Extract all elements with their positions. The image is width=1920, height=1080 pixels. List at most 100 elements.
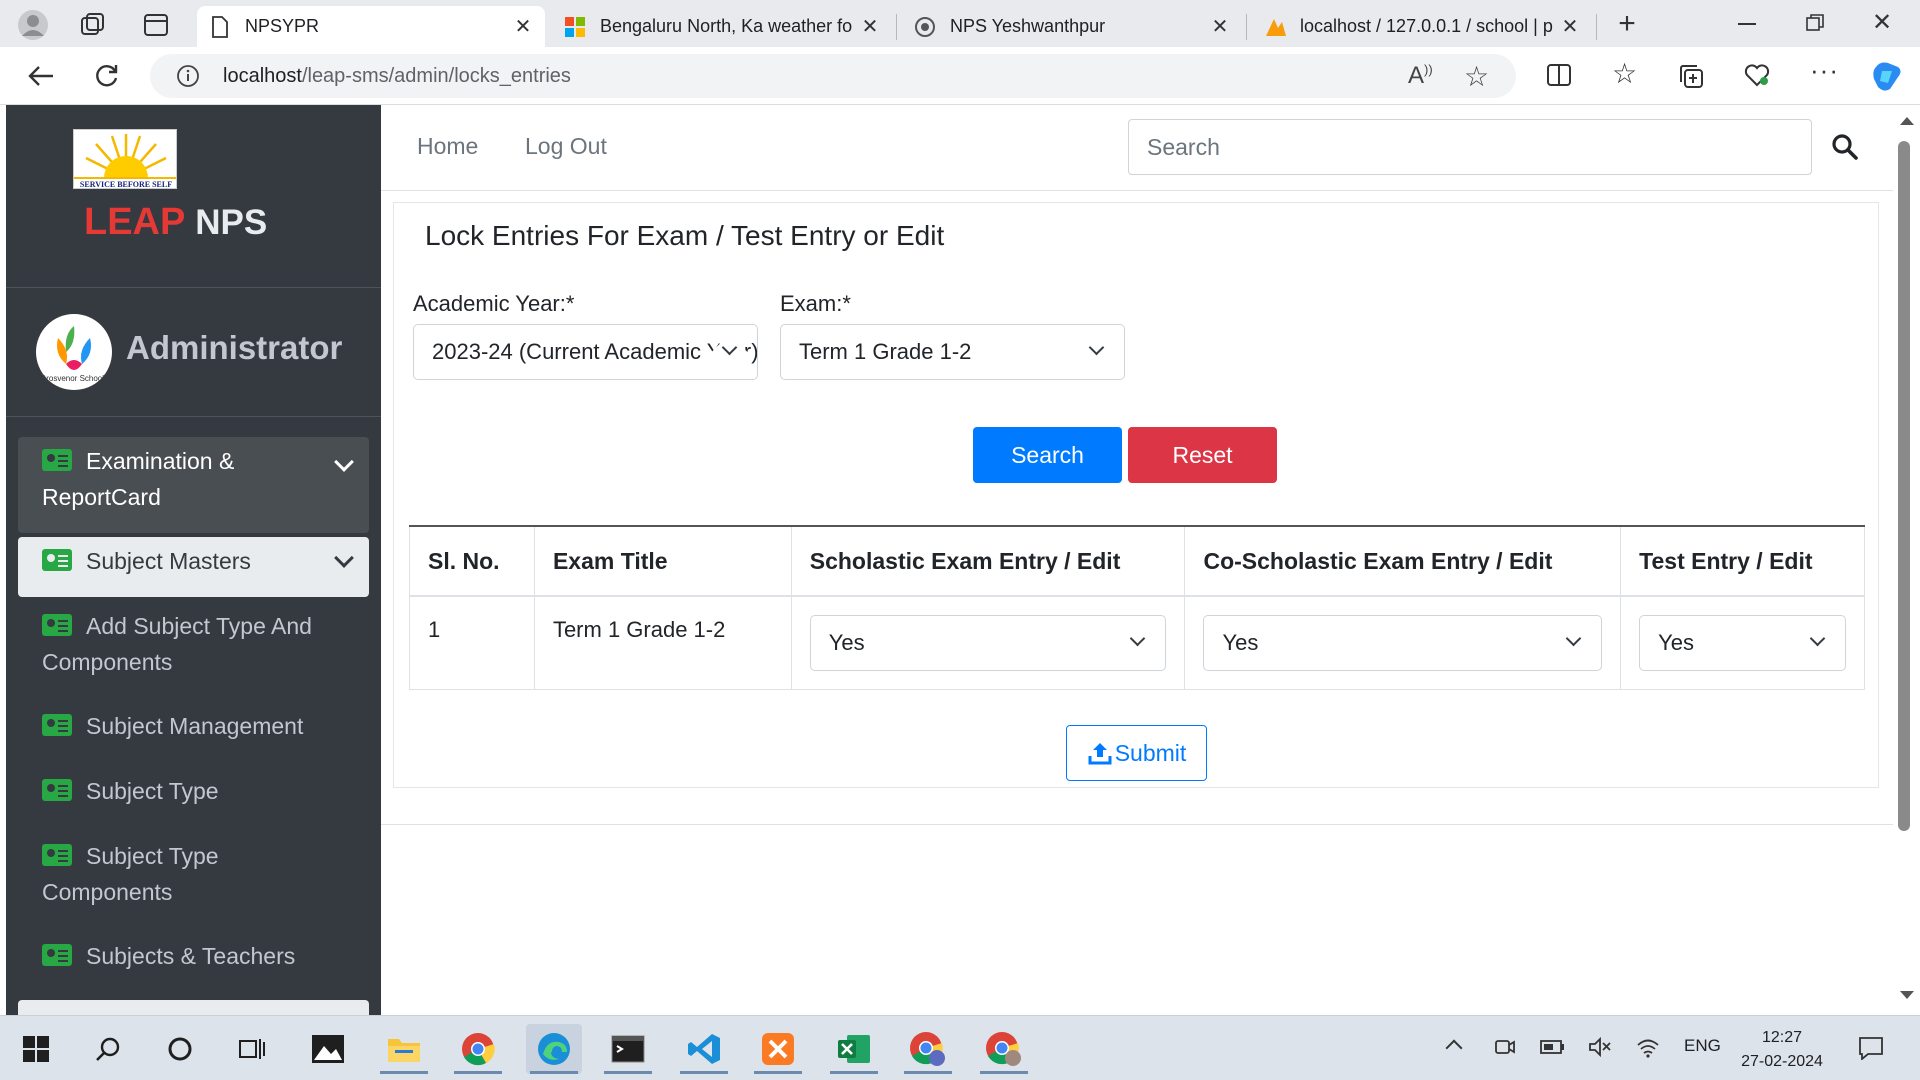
- collections-icon[interactable]: [1678, 63, 1704, 94]
- search-input[interactable]: Search: [1128, 119, 1812, 175]
- volume-muted-icon[interactable]: [1588, 1036, 1612, 1063]
- search-button[interactable]: Search: [973, 427, 1122, 483]
- vscode-icon[interactable]: [676, 1024, 732, 1074]
- page-scrollbar[interactable]: [1893, 105, 1920, 1015]
- scholastic-entry-select[interactable]: Yes: [809, 615, 1167, 671]
- cell-sl-no: 1: [409, 595, 535, 690]
- id-card-icon: [42, 944, 72, 966]
- column-header-co-scholastic: Co-Scholastic Exam Entry / Edit: [1184, 525, 1622, 597]
- top-navbar: Home Log Out Search: [381, 105, 1893, 191]
- user-name[interactable]: Administrator: [126, 329, 342, 367]
- user-panel[interactable]: Grosvenor School Administrator: [6, 289, 381, 417]
- new-tab-icon[interactable]: +: [1612, 9, 1642, 40]
- refresh-icon[interactable]: [88, 57, 126, 95]
- sidebar-item-label: Subject Masters: [86, 548, 251, 574]
- windows-taskbar: ENG 12:27 27-02-2024: [0, 1015, 1920, 1080]
- copilot-icon[interactable]: [1870, 59, 1904, 98]
- close-tab-icon[interactable]: ✕: [1210, 14, 1230, 39]
- more-options-icon[interactable]: ···: [1810, 55, 1839, 86]
- profile-icon[interactable]: [16, 8, 50, 42]
- meet-now-icon[interactable]: [1494, 1036, 1516, 1063]
- sidebar: SERVICE BEFORE SELF LEAP NPS Grosvenor S…: [6, 105, 381, 1015]
- battery-icon[interactable]: [1540, 1038, 1566, 1061]
- minimize-icon[interactable]: [1738, 23, 1756, 25]
- show-hidden-icons-icon[interactable]: [1445, 1039, 1463, 1057]
- brand-nps: NPS: [195, 203, 268, 242]
- url-bar[interactable]: localhost/leap-sms/admin/locks_entries A…: [150, 54, 1516, 98]
- id-card-icon: [42, 614, 72, 636]
- sidebar-item-subject-masters[interactable]: Subject Masters: [18, 537, 369, 597]
- url-text: localhost/leap-sms/admin/locks_entries: [223, 65, 571, 88]
- browser-essentials-icon[interactable]: [1744, 63, 1770, 92]
- avatar: Grosvenor School: [36, 314, 112, 390]
- split-screen-icon[interactable]: [1546, 63, 1572, 92]
- content-divider: [381, 824, 1893, 825]
- column-header-sl-no: Sl. No.: [409, 525, 535, 597]
- academic-year-select[interactable]: 2023-24 (Current Academic Year): [413, 324, 758, 380]
- sidebar-item-subject-type[interactable]: Subject Type: [18, 767, 369, 815]
- sidebar-item-examination-reportcard[interactable]: Examination & ReportCard: [18, 437, 369, 533]
- clock[interactable]: 12:27 27-02-2024: [1734, 1026, 1830, 1074]
- exam-select[interactable]: Term 1 Grade 1-2: [780, 324, 1125, 380]
- favorite-star-icon[interactable]: ☆: [1464, 60, 1489, 93]
- cortana-icon[interactable]: [152, 1024, 208, 1074]
- school-logo: SERVICE BEFORE SELF: [73, 129, 177, 189]
- wifi-icon[interactable]: [1636, 1036, 1660, 1063]
- sidebar-item-subject-type-components[interactable]: Subject Type Components: [18, 832, 369, 916]
- tab-npsypr[interactable]: NPSYPR ✕: [197, 6, 545, 47]
- test-entry-select[interactable]: Yes: [1639, 615, 1846, 671]
- workspaces-icon[interactable]: [78, 11, 106, 39]
- url-host: localhost: [223, 65, 302, 87]
- academic-year-value: 2023-24 (Current Academic Year): [432, 339, 758, 364]
- scrollbar-thumb[interactable]: [1898, 141, 1910, 831]
- submit-button[interactable]: Submit: [1066, 725, 1207, 781]
- terminal-icon[interactable]: [600, 1024, 656, 1074]
- back-icon[interactable]: [22, 57, 60, 95]
- favorites-icon[interactable]: ☆: [1612, 57, 1637, 90]
- xampp-icon[interactable]: [750, 1024, 806, 1074]
- chrome-icon[interactable]: [450, 1024, 506, 1074]
- nav-home-link[interactable]: Home: [417, 133, 478, 160]
- language-indicator[interactable]: ENG: [1684, 1036, 1721, 1056]
- scroll-up-icon[interactable]: [1900, 117, 1914, 125]
- search-icon[interactable]: [80, 1024, 136, 1074]
- tab-nps-yeshwanthpur[interactable]: NPS Yeshwanthpur ✕: [902, 6, 1242, 47]
- close-tab-icon[interactable]: ✕: [1560, 14, 1580, 39]
- edge-icon[interactable]: [526, 1024, 582, 1074]
- search-icon[interactable]: [1831, 133, 1861, 163]
- browser-tab-bar: NPSYPR ✕ Bengaluru North, Ka weather fo …: [0, 0, 1920, 47]
- photos-icon[interactable]: [300, 1024, 356, 1074]
- scroll-down-icon[interactable]: [1900, 991, 1914, 999]
- avatar-caption: Grosvenor School: [40, 374, 105, 383]
- reset-button[interactable]: Reset: [1128, 427, 1277, 483]
- close-tab-icon[interactable]: ✕: [860, 14, 880, 39]
- read-aloud-icon[interactable]: A)): [1408, 62, 1433, 90]
- windows-start-icon[interactable]: [8, 1024, 64, 1074]
- notifications-icon[interactable]: [1858, 1036, 1884, 1065]
- sidebar-item-partial[interactable]: [18, 1000, 369, 1015]
- nav-logout-link[interactable]: Log Out: [525, 133, 607, 160]
- tab-phpmyadmin[interactable]: localhost / 127.0.0.1 / school | p ✕: [1252, 6, 1592, 47]
- logo-tagline: SERVICE BEFORE SELF: [79, 180, 173, 189]
- chrome-profile-b-icon[interactable]: [900, 1024, 956, 1074]
- sidebar-item-subject-management[interactable]: Subject Management: [18, 702, 369, 750]
- exam-label: Exam:*: [780, 291, 851, 316]
- sidebar-brand[interactable]: SERVICE BEFORE SELF LEAP NPS: [6, 105, 381, 288]
- close-window-icon[interactable]: ✕: [1872, 8, 1892, 37]
- site-info-icon[interactable]: [176, 64, 200, 88]
- co-scholastic-entry-select[interactable]: Yes: [1203, 615, 1603, 671]
- tab-weather[interactable]: Bengaluru North, Ka weather fo ✕: [552, 6, 892, 47]
- close-tab-icon[interactable]: ✕: [513, 14, 533, 39]
- tab-actions-icon[interactable]: [142, 11, 170, 39]
- file-explorer-icon[interactable]: [376, 1024, 432, 1074]
- browser-address-bar: localhost/leap-sms/admin/locks_entries A…: [0, 47, 1920, 105]
- task-view-icon[interactable]: [224, 1024, 280, 1074]
- sidebar-item-add-subject-type[interactable]: Add Subject Type And Components: [18, 602, 369, 686]
- id-card-icon: [42, 449, 72, 471]
- clock-date: 27-02-2024: [1741, 1053, 1823, 1070]
- chrome-profile-photo-icon[interactable]: [976, 1024, 1032, 1074]
- excel-icon[interactable]: [826, 1024, 882, 1074]
- restore-icon[interactable]: [1806, 14, 1824, 32]
- sidebar-item-subjects-teachers[interactable]: Subjects & Teachers: [18, 932, 369, 980]
- column-header-exam-title: Exam Title: [533, 525, 792, 597]
